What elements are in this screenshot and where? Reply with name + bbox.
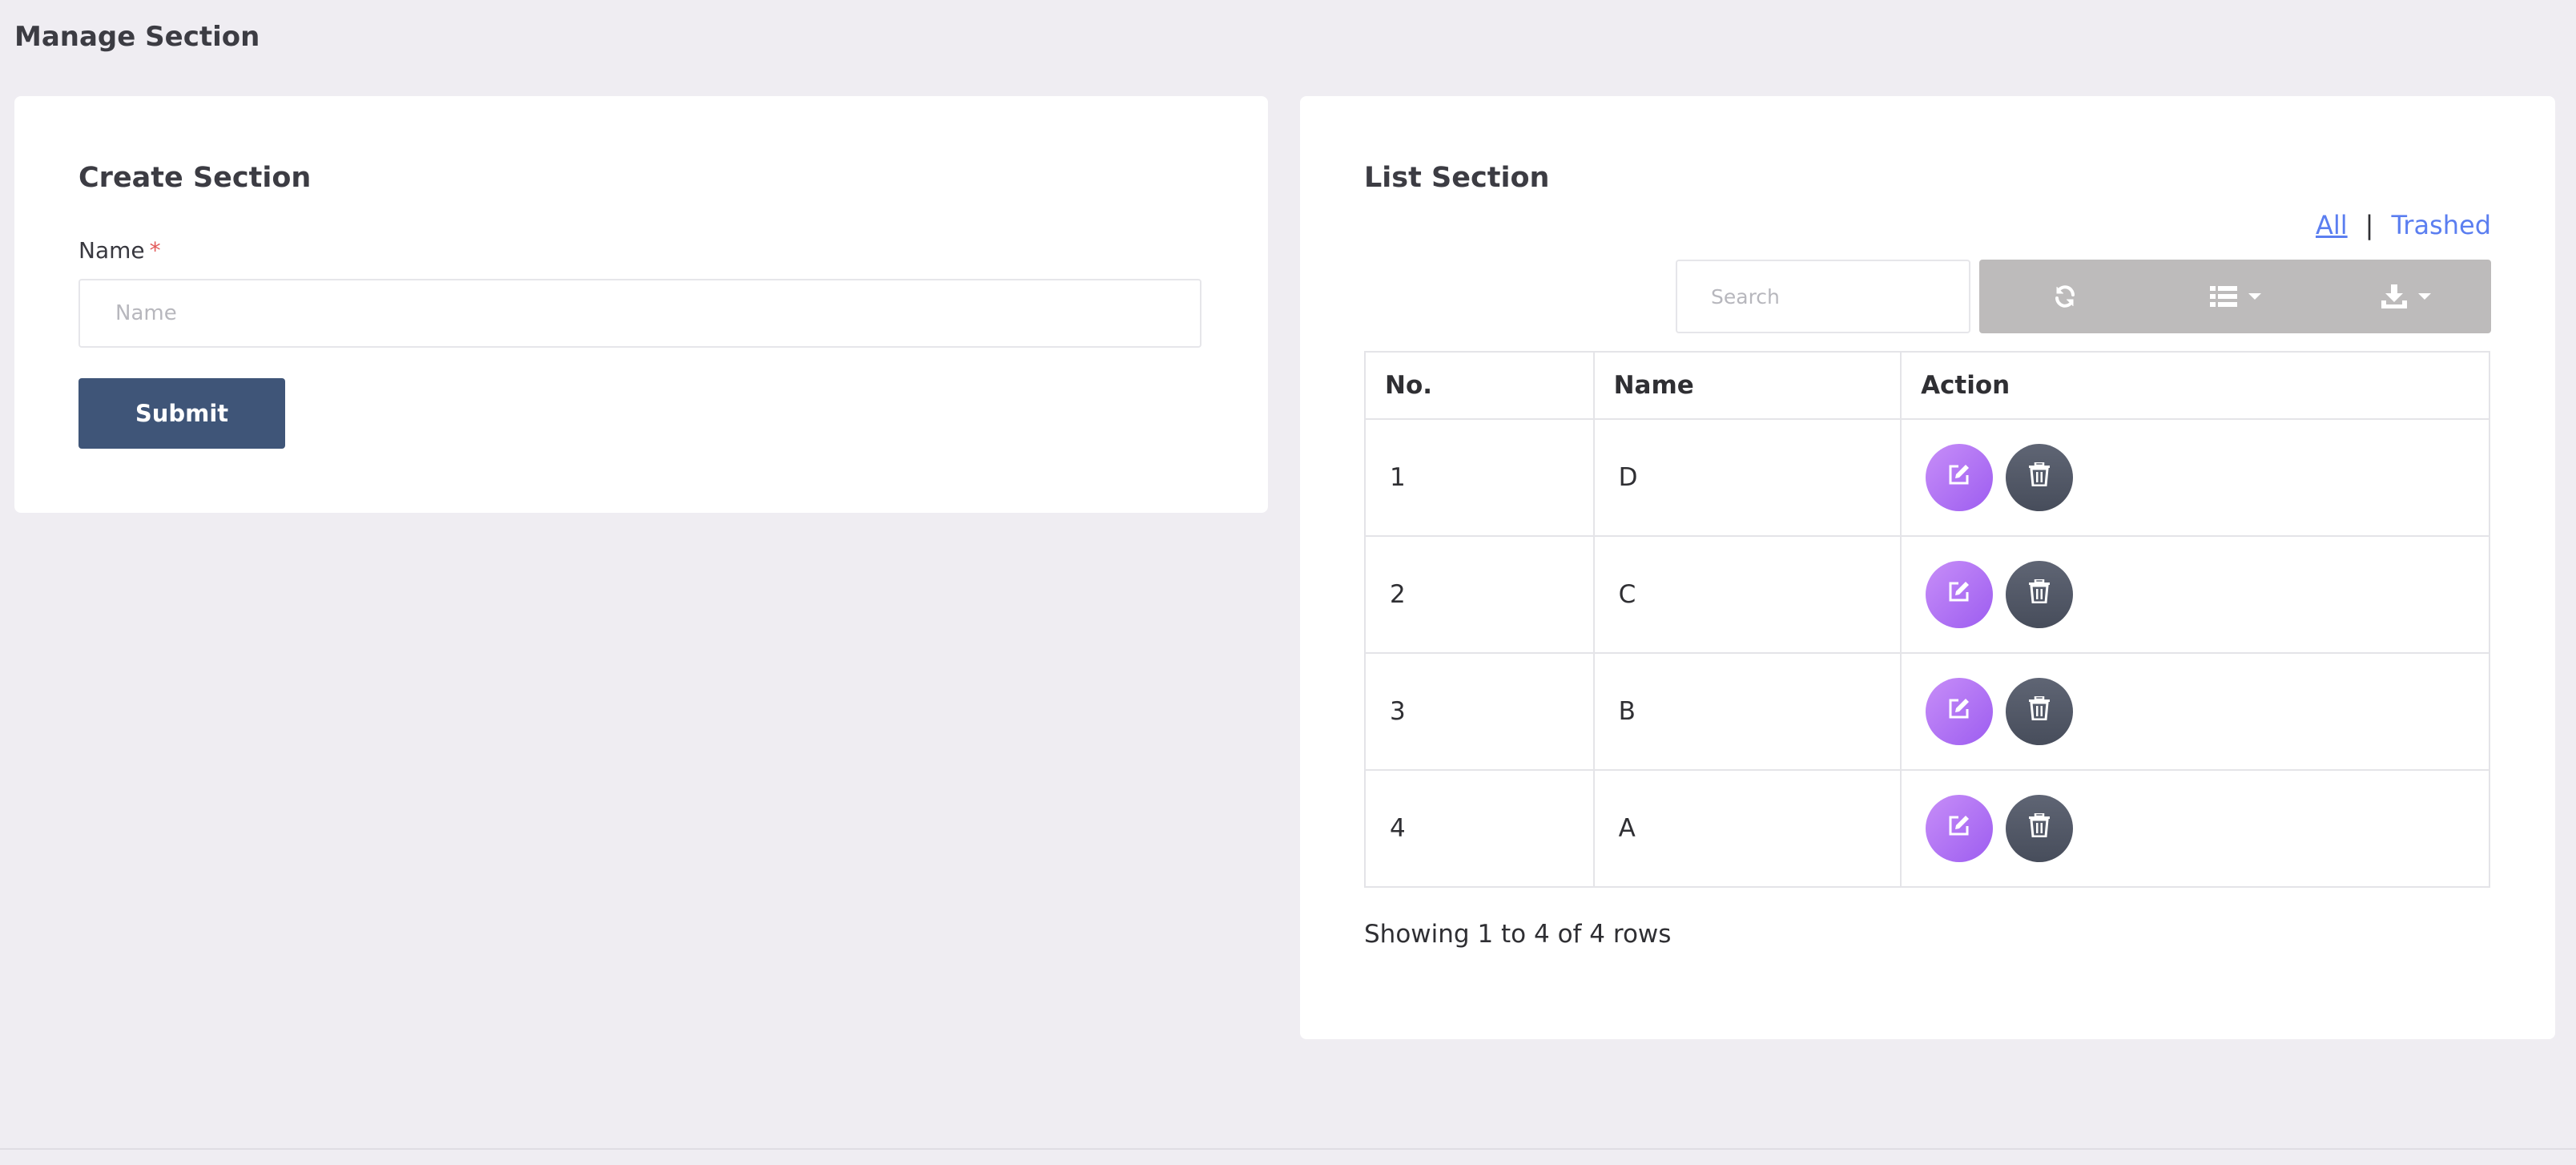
filter-separator: | [2365, 210, 2374, 240]
row-name: B [1592, 652, 1902, 771]
table-row: 3 B [1364, 652, 2490, 771]
chevron-down-icon [2248, 293, 2261, 300]
row-no: 4 [1364, 769, 1595, 888]
row-name: D [1592, 418, 1902, 537]
filter-trashed-link[interactable]: Trashed [2391, 210, 2491, 240]
header-name[interactable]: Name [1592, 351, 1902, 420]
table-row: 4 A [1364, 769, 2490, 888]
row-no: 2 [1364, 535, 1595, 654]
edit-button[interactable] [1926, 561, 1994, 628]
list-section-title: List Section [1364, 162, 1550, 194]
page-title: Manage Section [14, 21, 260, 53]
table-header-row: No. Name Action [1364, 351, 2490, 420]
edit-button[interactable] [1926, 678, 1994, 745]
row-actions [1900, 652, 2490, 771]
edit-button[interactable] [1926, 444, 1994, 511]
name-input[interactable] [78, 279, 1201, 348]
name-field-label: Name * [78, 237, 161, 264]
header-action: Action [1900, 351, 2490, 420]
edit-icon [1947, 462, 1971, 493]
delete-button[interactable] [2006, 561, 2074, 628]
edit-icon [1947, 696, 1971, 727]
chevron-down-icon [2417, 293, 2431, 300]
trash-icon [2029, 578, 2051, 610]
row-name: A [1592, 769, 1902, 888]
required-star: * [149, 237, 161, 264]
table-toolbar [1979, 260, 2491, 333]
create-section-card: Create Section Name* Submit [14, 96, 1268, 513]
list-section-card: List Section All | Trashed Search No. Na… [1300, 96, 2555, 1039]
delete-button[interactable] [2006, 444, 2074, 511]
delete-button[interactable] [2006, 795, 2074, 862]
footer-divider [0, 1148, 2576, 1150]
row-name: C [1592, 535, 1902, 654]
row-actions [1900, 418, 2490, 537]
edit-icon [1947, 813, 1971, 844]
filter-links: All | Trashed [2316, 210, 2491, 240]
row-actions [1900, 535, 2490, 654]
submit-button[interactable]: Submit [78, 378, 285, 449]
row-actions [1900, 769, 2490, 888]
row-no: 1 [1364, 418, 1595, 537]
sections-table: No. Name Action 1 D 2 C 3 B 4 A [1364, 351, 2490, 888]
trash-icon [2029, 812, 2051, 844]
edit-icon [1947, 579, 1971, 610]
row-no: 3 [1364, 652, 1595, 771]
name-label-text: Name [78, 237, 145, 264]
search-input[interactable] [1676, 260, 1970, 333]
header-no[interactable]: No. [1364, 351, 1595, 420]
refresh-button[interactable] [1979, 260, 2150, 333]
download-icon [2381, 284, 2407, 308]
delete-button[interactable] [2006, 678, 2074, 745]
trash-icon [2029, 695, 2051, 727]
trash-icon [2029, 461, 2051, 493]
create-section-title: Create Section [78, 162, 312, 194]
table-row: 2 C [1364, 535, 2490, 654]
columns-dropdown-button[interactable] [2150, 260, 2320, 333]
filter-all-link[interactable]: All [2316, 210, 2348, 240]
edit-button[interactable] [1926, 795, 1994, 862]
list-columns-icon [2209, 285, 2237, 308]
table-row: 1 D [1364, 418, 2490, 537]
refresh-icon [2052, 284, 2078, 309]
export-dropdown-button[interactable] [2320, 260, 2491, 333]
pagination-info: Showing 1 to 4 of 4 rows [1364, 920, 1672, 949]
